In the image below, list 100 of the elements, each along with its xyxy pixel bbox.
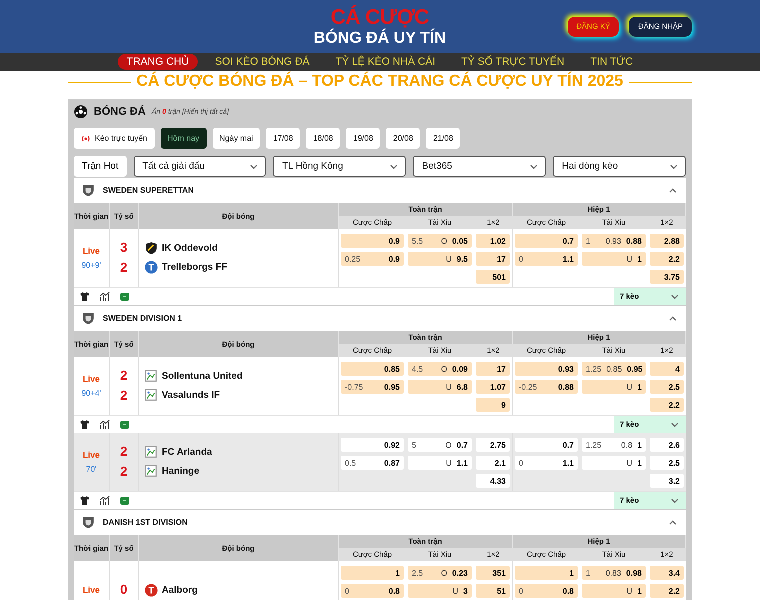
odds-button[interactable]: 1 <box>515 566 578 580</box>
odds-button[interactable]: 5 O 0.7 <box>408 438 472 452</box>
odds-button[interactable]: 501 <box>476 270 510 284</box>
odds-button[interactable]: 0.9 <box>341 234 404 248</box>
odds-button[interactable]: 5.5 O 0.05 <box>408 234 472 248</box>
date-tab[interactable]: 20/08 <box>386 128 420 149</box>
date-tab[interactable]: Hôm nay <box>160 128 207 149</box>
odds-button[interactable]: 17 <box>476 362 510 376</box>
odds-button[interactable]: 2.5 O 0.23 <box>408 566 472 580</box>
live-label: Live <box>82 374 100 384</box>
nav-link[interactable]: TRANG CHỦ <box>118 54 198 70</box>
odds-button[interactable]: U 1 <box>582 456 646 470</box>
odds-button[interactable]: 4.5 O 0.09 <box>408 362 472 376</box>
live-label: Live <box>82 450 100 460</box>
odds-button[interactable]: 17 <box>476 252 510 266</box>
odds-button[interactable]: 4 <box>650 362 684 376</box>
nav-link[interactable]: TỶ SỐ TRỰC TUYẾN <box>452 54 574 70</box>
odds-button[interactable]: 0.85 <box>341 362 404 376</box>
shirt-icon[interactable] <box>80 292 90 302</box>
odds-button[interactable]: 0 0.8 <box>515 584 578 598</box>
odds-button[interactable]: 1.25 0.8 1 <box>582 438 646 452</box>
team-name: Vasalunds IF <box>162 390 220 401</box>
logo-text[interactable]: BÓNG ĐÁ UY TÍN <box>314 30 446 46</box>
odds-button[interactable]: 1.07 <box>476 380 510 394</box>
live-stream-icon[interactable] <box>120 420 130 430</box>
odds-button[interactable]: 2.5 <box>650 380 684 394</box>
date-tab[interactable]: 18/08 <box>306 128 340 149</box>
live-stream-icon[interactable] <box>120 292 130 302</box>
odds-button[interactable]: U 1 <box>582 252 646 266</box>
nav-link[interactable]: SOI KÈO BÓNG ĐÁ <box>206 54 319 70</box>
live-icon <box>81 134 91 142</box>
odds-button[interactable]: 1 0.93 0.88 <box>582 234 646 248</box>
dropdown[interactable]: Bet365 <box>413 156 546 177</box>
odds-button[interactable]: U 1 <box>582 584 646 598</box>
date-tab[interactable]: 17/08 <box>266 128 300 149</box>
odds-button[interactable]: 2.1 <box>476 456 510 470</box>
date-tab[interactable]: 21/08 <box>426 128 460 149</box>
shirt-icon[interactable] <box>80 420 90 430</box>
odds-button[interactable]: 3.4 <box>650 566 684 580</box>
date-tab[interactable]: Ngày mai <box>212 128 260 149</box>
soccer-ball-icon <box>74 105 88 119</box>
odds-button[interactable]: 0.93 <box>515 362 578 376</box>
odds-button[interactable]: U 1.1 <box>408 456 472 470</box>
team-name: Aalborg <box>162 584 198 596</box>
odds-button[interactable]: 1.25 0.85 0.95 <box>582 362 646 376</box>
team-score: 3 <box>120 239 128 257</box>
shield-icon <box>82 312 95 325</box>
team-name: Haninge <box>162 466 200 477</box>
league-name: SWEDEN DIVISION 1 <box>103 314 184 323</box>
chart-icon[interactable] <box>100 420 110 430</box>
odds-button[interactable]: U 3 <box>408 584 472 598</box>
odds-button[interactable]: 9 <box>476 398 510 412</box>
nav-link[interactable]: TỶ LỆ KÈO NHÀ CÁI <box>326 54 445 70</box>
live-label: Live <box>82 585 100 595</box>
league-name: SWEDEN SUPERETTAN <box>103 186 195 195</box>
odds-button[interactable]: 51 <box>476 584 510 598</box>
shield-icon <box>82 516 95 529</box>
odds-button[interactable]: U 6.8 <box>408 380 472 394</box>
odds-button[interactable]: 0.5 0.87 <box>341 456 404 470</box>
odds-button[interactable]: 3.75 <box>650 270 684 284</box>
dropdown[interactable]: Tất cả giải đấu <box>134 156 266 177</box>
nav-link[interactable]: TIN TỨC <box>582 54 642 70</box>
odds-button[interactable]: 0.92 <box>341 438 404 452</box>
odds-button[interactable]: 2.75 <box>476 438 510 452</box>
hot-matches-button[interactable]: Trận Hot <box>74 156 127 177</box>
odds-button[interactable]: 0.7 <box>515 438 578 452</box>
odds-button[interactable]: 2.88 <box>650 234 684 248</box>
odds-button[interactable]: 2.2 <box>650 252 684 266</box>
odds-button[interactable]: 2.2 <box>650 584 684 598</box>
odds-button[interactable]: 1 <box>341 566 404 580</box>
broken-image-icon <box>145 370 158 383</box>
odds-button[interactable]: 351 <box>476 566 510 580</box>
dropdown[interactable]: Hai dòng kèo <box>553 156 686 177</box>
odds-button[interactable]: 0 0.8 <box>341 584 404 598</box>
live-stream-icon[interactable] <box>120 496 130 506</box>
team-score: 2 <box>120 367 128 385</box>
odds-button[interactable]: 4.33 <box>476 474 510 488</box>
odds-button[interactable]: 2.2 <box>650 398 684 412</box>
odds-button[interactable]: 1.02 <box>476 234 510 248</box>
odds-button[interactable]: 0 1.1 <box>515 456 578 470</box>
odds-button[interactable]: 2.5 <box>650 456 684 470</box>
odds-button[interactable]: 1 0.83 0.98 <box>582 566 646 580</box>
chart-icon[interactable] <box>100 292 110 302</box>
odds-button[interactable]: -0.75 0.95 <box>341 380 404 394</box>
chart-icon[interactable] <box>100 496 110 506</box>
odds-button[interactable]: 0.25 0.9 <box>341 252 404 266</box>
date-tab[interactable]: 19/08 <box>346 128 380 149</box>
odds-button[interactable]: 3.2 <box>650 474 684 488</box>
team-name: Trelleborgs FF <box>162 262 228 273</box>
odds-button[interactable]: 0.7 <box>515 234 578 248</box>
odds-button[interactable]: U 1 <box>582 380 646 394</box>
odds-button[interactable]: 2.6 <box>650 438 684 452</box>
team-score: 2 <box>120 259 128 277</box>
date-tab[interactable]: Kèo trực tuyến <box>74 128 154 149</box>
odds-button[interactable]: U 9.5 <box>408 252 472 266</box>
odds-button[interactable]: 0 1.1 <box>515 252 578 266</box>
odds-button[interactable]: -0.25 0.88 <box>515 380 578 394</box>
shirt-icon[interactable] <box>80 496 90 506</box>
dropdown[interactable]: TL Hồng Kông <box>273 156 406 177</box>
sport-title: BÓNG ĐÁ <box>94 106 146 118</box>
